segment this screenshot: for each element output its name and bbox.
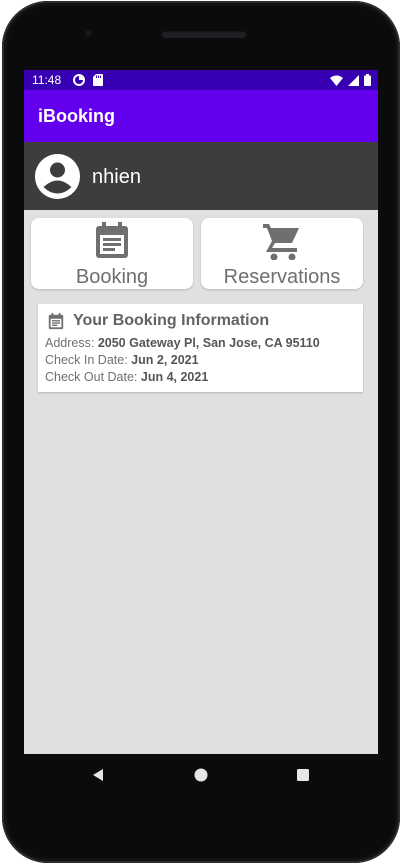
app-screen: 11:48 iBooking nhien Booking Reservation… <box>24 70 378 754</box>
battery-icon <box>364 74 371 86</box>
status-right-icons <box>330 74 371 86</box>
check-out-line: Check Out Date: Jun 4, 2021 <box>45 370 208 384</box>
navigation-bar <box>24 754 378 798</box>
signal-icon <box>348 74 359 86</box>
address-line: Address: 2050 Gateway Pl, San Jose, CA 9… <box>45 336 320 350</box>
app-bar: iBooking <box>24 90 378 142</box>
status-bar: 11:48 <box>24 70 378 90</box>
cart-icon <box>263 224 299 260</box>
booking-label: Booking <box>75 266 149 288</box>
recents-icon[interactable] <box>296 768 310 782</box>
app-title: iBooking <box>38 106 115 126</box>
booking-info-card: Your Booking Information Address: 2050 G… <box>38 304 363 392</box>
status-time: 11:48 <box>32 73 62 87</box>
check-out-label: Check Out Date: <box>45 370 138 384</box>
user-name: nhien <box>92 166 141 188</box>
check-in-line: Check In Date: Jun 2, 2021 <box>45 353 199 367</box>
back-icon[interactable] <box>91 768 105 782</box>
data-saver-icon <box>73 74 85 86</box>
address-value: 2050 Gateway Pl, San Jose, CA 95110 <box>97 336 320 350</box>
home-icon[interactable] <box>194 768 208 782</box>
card-header: Your Booking Information <box>47 312 269 330</box>
booking-button[interactable]: Booking <box>31 218 193 289</box>
check-out-value: Jun 4, 2021 <box>140 370 209 384</box>
status-left-icons <box>73 74 103 86</box>
wifi-icon <box>330 75 343 86</box>
address-label: Address: <box>45 336 95 350</box>
calendar-icon <box>96 222 128 258</box>
reservations-button[interactable]: Reservations <box>201 218 363 289</box>
sd-card-icon <box>93 74 103 86</box>
reservations-label: Reservations <box>223 266 341 288</box>
calendar-icon <box>48 312 64 330</box>
earpiece-speaker <box>161 30 247 38</box>
check-in-value: Jun 2, 2021 <box>131 353 199 367</box>
card-title: Your Booking Information <box>73 312 270 329</box>
check-in-label: Check In Date: <box>45 353 128 367</box>
account-circle-icon[interactable] <box>35 154 80 199</box>
user-header: nhien <box>24 142 378 210</box>
front-camera <box>83 28 94 39</box>
